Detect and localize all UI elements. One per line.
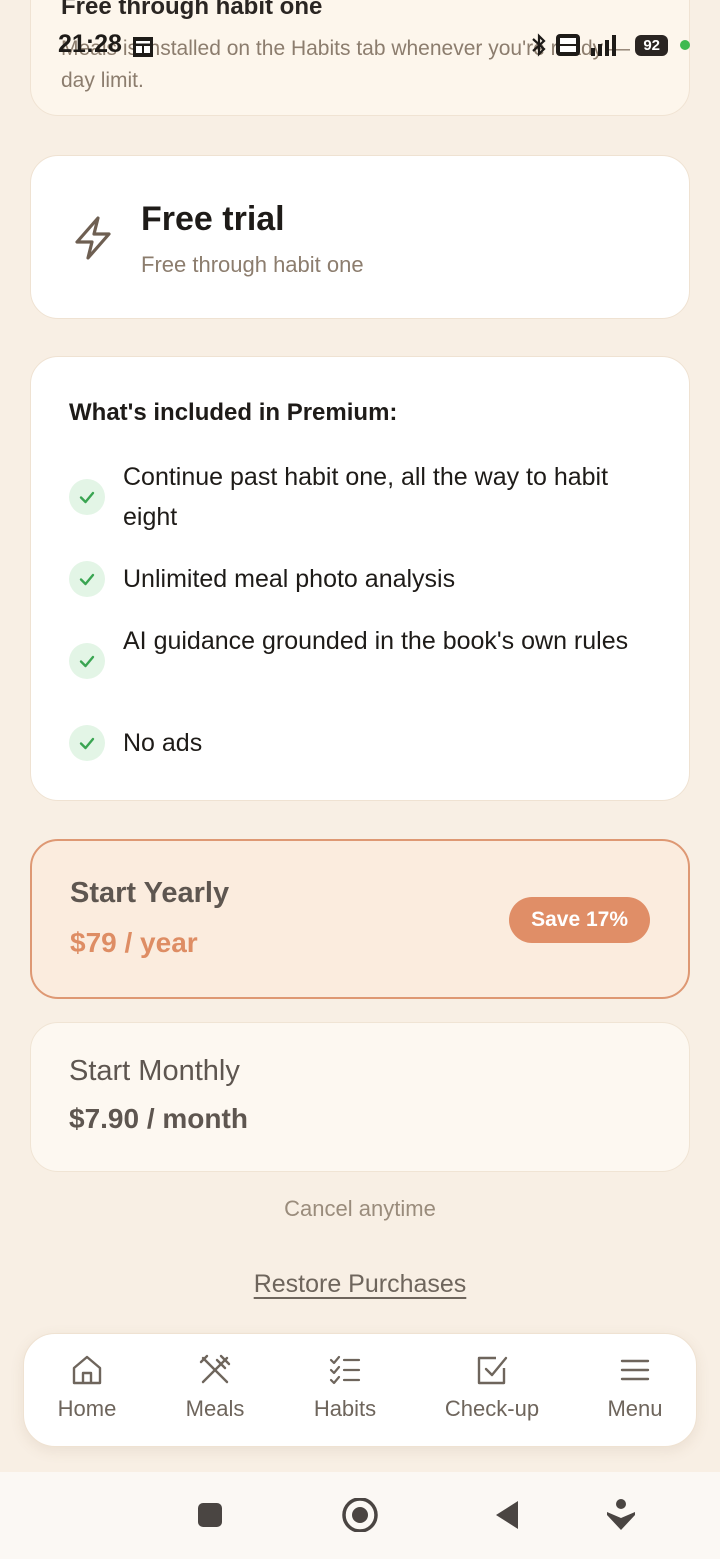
app-grid-icon [133, 37, 153, 57]
check-icon [69, 643, 105, 679]
home-button-icon[interactable] [340, 1498, 380, 1532]
bottom-nav: Home Meals Habits Check-up Menu [23, 1333, 697, 1447]
monthly-plan-name: Start Monthly [69, 1055, 240, 1087]
yearly-plan-price: $79 / year [70, 927, 198, 958]
status-time: 21:28 [58, 30, 122, 58]
premium-features-title: What's included in Premium: [69, 399, 398, 426]
signal-icon [591, 35, 617, 56]
nav-menu-label: Menu [607, 1396, 663, 1421]
nav-meals[interactable]: Meals [150, 1352, 280, 1422]
feature-text: AI guidance grounded in the book's own r… [123, 627, 629, 655]
nav-menu[interactable]: Menu [570, 1352, 700, 1422]
paywall-screen: Free through habit one Meals is installe… [0, 0, 720, 1559]
free-trial-title: Free trial [141, 200, 285, 238]
utensils-icon [199, 1354, 231, 1384]
recents-icon[interactable] [196, 1498, 224, 1532]
privacy-dot [680, 40, 690, 50]
check-icon [69, 479, 105, 515]
yearly-plan-button[interactable]: Start Yearly $79 / year Save 17% [30, 839, 690, 999]
nav-habits-label: Habits [313, 1396, 377, 1421]
cancel-anytime-text: Cancel anytime [284, 1196, 436, 1221]
nav-checkup[interactable]: Check-up [427, 1352, 557, 1422]
nav-home[interactable]: Home [22, 1352, 152, 1422]
free-trial-subtitle: Free through habit one [141, 252, 364, 277]
checklist-icon [329, 1355, 361, 1385]
monthly-plan-price: $7.90 / month [69, 1103, 248, 1134]
check-square-icon [477, 1356, 508, 1385]
check-icon [69, 561, 105, 597]
save-badge: Save 17% [509, 897, 650, 943]
free-trial-card: Free trial Free through habit one [30, 155, 690, 319]
assistant-icon[interactable] [604, 1498, 638, 1532]
system-nav-bar [0, 1472, 720, 1559]
volte-icon [556, 34, 581, 56]
menu-icon [620, 1359, 650, 1381]
back-icon[interactable] [492, 1498, 522, 1532]
feature-text: Unlimited meal photo analysis [123, 565, 456, 593]
free-plan-title: Free through habit one [61, 0, 323, 20]
check-icon [69, 725, 105, 761]
bluetooth-icon [532, 33, 546, 57]
premium-features-card: What's included in Premium: Continue pas… [30, 356, 690, 801]
yearly-plan-name: Start Yearly [70, 877, 230, 909]
home-icon [72, 1355, 102, 1385]
lightning-icon [75, 216, 111, 260]
nav-meals-label: Meals [185, 1396, 245, 1421]
status-icons: 92 [529, 32, 690, 58]
feature-text: No ads [123, 729, 203, 757]
battery-indicator: 92 [635, 34, 668, 56]
feature-text: Continue past habit one, all the way to … [123, 463, 609, 531]
nav-checkup-label: Check-up [444, 1396, 540, 1421]
status-bar: 21:28 92 [0, 30, 720, 64]
nav-home-label: Home [57, 1396, 117, 1421]
restore-purchases-link[interactable]: Restore Purchases [0, 1270, 720, 1299]
nav-habits[interactable]: Habits [280, 1352, 410, 1422]
monthly-plan-button[interactable]: Start Monthly $7.90 / month [30, 1022, 690, 1172]
